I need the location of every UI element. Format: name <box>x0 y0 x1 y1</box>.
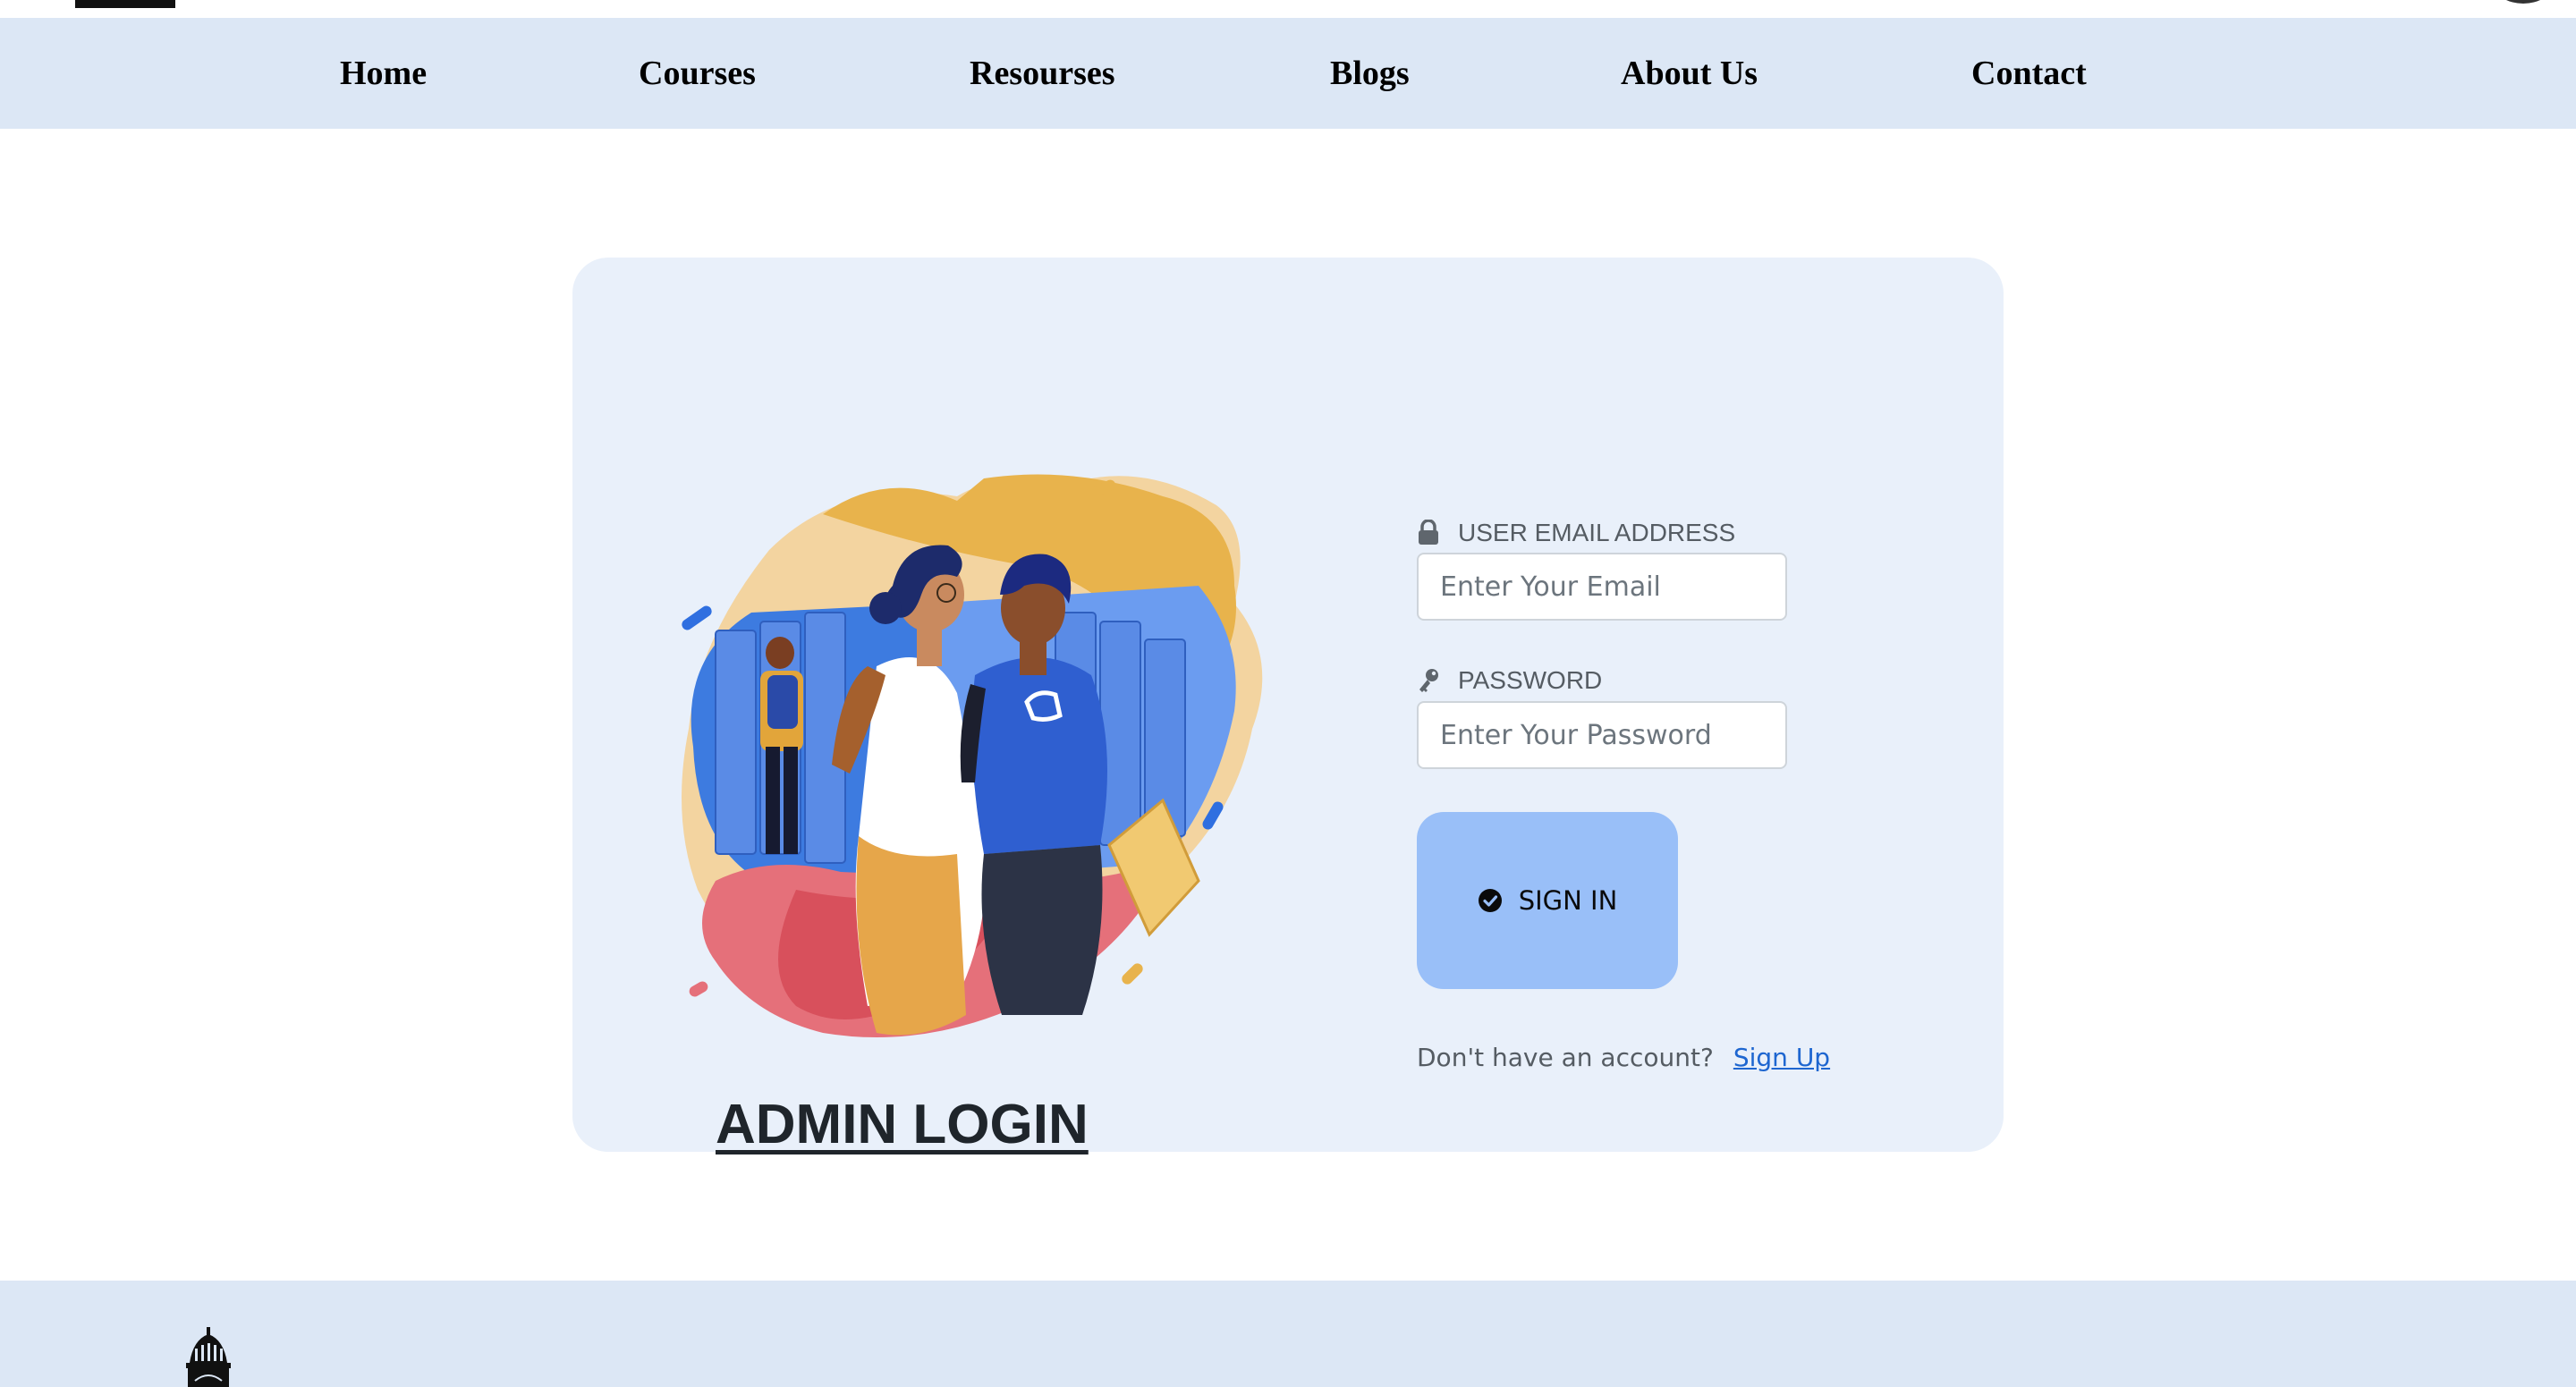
nav-item-blogs[interactable]: Blogs <box>1330 18 1410 129</box>
password-label: PASSWORD <box>1417 666 1602 695</box>
sign-in-label: SIGN IN <box>1518 885 1618 916</box>
footer <box>0 1281 2576 1387</box>
email-label-text: USER EMAIL ADDRESS <box>1458 519 1736 546</box>
password-field[interactable] <box>1417 701 1787 769</box>
user-avatar-icon[interactable] <box>2496 0 2551 4</box>
students-illustration <box>682 474 1263 1037</box>
password-label-text: PASSWORD <box>1458 666 1603 694</box>
check-circle-icon <box>1478 889 1502 912</box>
nav-item-contact[interactable]: Contact <box>1971 18 2087 129</box>
nav-item-home[interactable]: Home <box>340 18 427 129</box>
signup-prompt: Don't have an account? <box>1417 1043 1714 1072</box>
sign-in-button[interactable]: SIGN IN <box>1417 812 1678 989</box>
page-title: ADMIN LOGIN <box>716 1094 1089 1155</box>
top-strip <box>0 0 2576 18</box>
signup-row: Don't have an account? Sign Up <box>1417 1043 1830 1072</box>
nav-item-resources[interactable]: Resourses <box>970 18 1115 129</box>
capitol-dome-logo-icon <box>186 1327 231 1387</box>
nav-item-about-us[interactable]: About Us <box>1621 18 1758 129</box>
header-underline-decoration <box>75 0 175 8</box>
nav-item-courses[interactable]: Courses <box>639 18 756 129</box>
key-icon <box>1419 669 1438 692</box>
lock-icon <box>1419 520 1438 545</box>
email-field[interactable] <box>1417 553 1787 621</box>
signup-link[interactable]: Sign Up <box>1733 1043 1830 1072</box>
email-label: USER EMAIL ADDRESS <box>1417 519 1735 547</box>
page: Home Courses Resourses Blogs About Us Co… <box>0 0 2576 1387</box>
main-navbar: Home Courses Resourses Blogs About Us Co… <box>0 18 2576 129</box>
